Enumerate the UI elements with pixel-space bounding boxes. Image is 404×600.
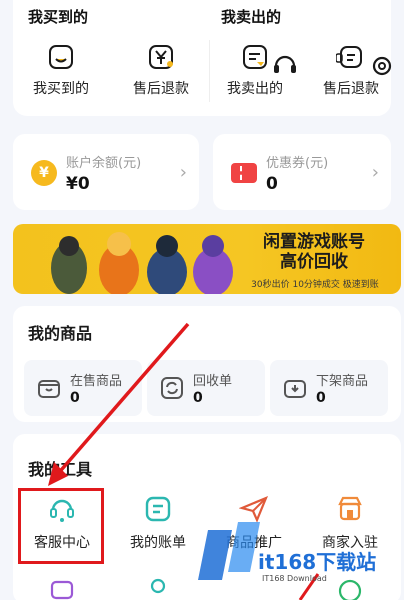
banner-title-line2: 高价回收 bbox=[280, 252, 348, 272]
account-balance-value: ¥0 bbox=[66, 174, 90, 194]
account-balance-title: 账户余额(元) bbox=[66, 156, 142, 171]
recycle-order-tile[interactable]: 回收单 0 bbox=[147, 360, 265, 416]
sell-chat-icon bbox=[243, 45, 267, 69]
my-bill-label: 我的账单 bbox=[130, 535, 186, 551]
my-sold-label: 我卖出的 bbox=[227, 81, 283, 97]
my-tools-title: 我的工具 bbox=[28, 460, 93, 479]
sell-refund-label: 售后退款 bbox=[323, 81, 379, 97]
headset-icon[interactable] bbox=[272, 52, 298, 78]
watermark-subtext: IT168 Download bbox=[262, 574, 327, 583]
coupon-value: 0 bbox=[266, 174, 278, 194]
my-goods-title: 我的商品 bbox=[28, 324, 93, 343]
coupon-card[interactable]: 优惠券(元) 0 › bbox=[213, 134, 391, 210]
highlight-box bbox=[18, 488, 104, 564]
chevron-right-icon: › bbox=[179, 162, 187, 183]
sell-refund-icon bbox=[336, 46, 362, 68]
my-bought-button[interactable]: 我买到的 bbox=[15, 42, 107, 98]
my-bought-label: 我买到的 bbox=[33, 81, 89, 97]
banner-subtitle: 30秒出价 10分钟成交 极速到账 bbox=[251, 280, 379, 290]
unlisted-box-icon bbox=[284, 380, 306, 398]
ticket-icon bbox=[231, 163, 257, 183]
my-bill-button[interactable]: 我的账单 bbox=[115, 494, 201, 552]
yen-refund-icon bbox=[149, 45, 173, 69]
account-recycle-banner[interactable]: 闲置游戏账号 高价回收 30秒出价 10分钟成交 极速到账 bbox=[13, 224, 401, 294]
gift-icon[interactable] bbox=[47, 576, 77, 600]
buy-refund-label: 售后退款 bbox=[133, 81, 189, 97]
recycle-order-label: 回收单 bbox=[193, 374, 233, 389]
recycle-icon bbox=[161, 377, 183, 399]
on-sale-goods-tile[interactable]: 在售商品 0 bbox=[24, 360, 142, 416]
on-sale-goods-label: 在售商品 bbox=[70, 374, 123, 389]
banner-title-line1: 闲置游戏账号 bbox=[263, 232, 365, 252]
chevron-right-icon: › bbox=[371, 162, 379, 183]
bought-section-title: 我买到的 bbox=[28, 8, 89, 26]
orders-card: 我买到的 我卖出的 我买到的 售后退款 我卖出的 售后退款 bbox=[13, 0, 393, 116]
unlisted-goods-label: 下架商品 bbox=[316, 374, 369, 389]
profile-page: 我买到的 我卖出的 我买到的 售后退款 我卖出的 售后退款 ¥ 账户余额(元) … bbox=[0, 0, 404, 600]
user-icon[interactable] bbox=[143, 576, 173, 600]
sold-section-title: 我卖出的 bbox=[221, 8, 282, 26]
my-goods-card: 我的商品 在售商品 0 回收单 0 下架商品 0 bbox=[13, 306, 401, 422]
gear-icon[interactable] bbox=[371, 55, 393, 77]
store-box-icon bbox=[38, 380, 60, 398]
game-characters-image bbox=[51, 232, 233, 294]
account-balance-card[interactable]: ¥ 账户余额(元) ¥0 › bbox=[13, 134, 199, 210]
bill-icon bbox=[145, 496, 171, 522]
recycle-order-count: 0 bbox=[193, 390, 203, 406]
yen-coin-icon: ¥ bbox=[31, 160, 57, 186]
bag-smile-icon bbox=[49, 45, 73, 69]
on-sale-goods-count: 0 bbox=[70, 390, 80, 406]
watermark-text: it168下载站 bbox=[258, 550, 377, 574]
coupon-title: 优惠券(元) bbox=[266, 156, 329, 171]
banner-title: 闲置游戏账号 高价回收 bbox=[239, 232, 389, 272]
buy-refund-button[interactable]: 售后退款 bbox=[115, 42, 207, 98]
unlisted-goods-count: 0 bbox=[316, 390, 326, 406]
unlisted-goods-tile[interactable]: 下架商品 0 bbox=[270, 360, 388, 416]
